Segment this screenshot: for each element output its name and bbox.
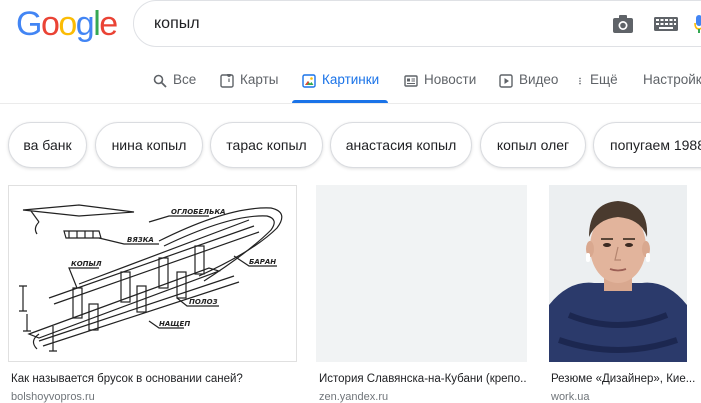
more-icon [579,77,581,85]
tab-label: Видео [519,72,559,87]
related-chip[interactable]: попугаем 1988 [593,122,701,168]
map-icon [220,74,234,88]
logo-letter: e [99,5,118,43]
diagram-label: ОГЛОБЕЛЬКА [171,208,226,216]
video-icon [499,74,513,88]
google-logo[interactable]: Google [16,5,118,43]
logo-letter: g [75,5,95,43]
tab-more[interactable]: Ещё [576,72,618,102]
image-icon [302,74,316,88]
search-input[interactable]: копыл [154,15,200,33]
result-source[interactable]: work.ua [551,391,701,403]
result-title[interactable]: Резюме «Дизайнер», Кие... [551,373,701,385]
tab-all[interactable]: Все [153,72,196,102]
tab-news[interactable]: Новости [404,72,476,102]
news-icon [404,75,418,87]
search-tabs: Все Карты Картинки Новости Видео Ещё Нас… [0,62,701,104]
keyboard-icon[interactable] [654,17,678,31]
related-chip[interactable]: копыл олег [480,122,586,168]
tab-label: Ещё [590,72,618,87]
diagram-label: НАЩЕП [159,320,190,328]
portrait-photo[interactable] [549,185,687,362]
active-tab-indicator [292,100,388,103]
tab-settings[interactable]: Настройки [643,72,701,102]
logo-letter: o [58,5,77,43]
related-chip[interactable]: анастасия копыл [330,122,472,168]
tab-maps[interactable]: Карты [220,72,278,102]
logo-letter: o [40,5,60,43]
tab-label: Карты [240,72,279,87]
camera-icon[interactable] [612,14,634,34]
related-chip[interactable]: нина копыл [95,122,203,168]
google-images-page: Google копыл Все Карты Картинки Новости … [0,0,701,403]
tab-label: Новости [424,72,477,87]
result-title[interactable]: Как называется брусок в основании саней? [11,373,297,385]
tab-images[interactable]: Картинки [302,72,379,102]
sled-diagram-image[interactable]: ОГЛОБЕЛЬКА ВЯЗКА КОПЫЛ БАРАН ПОЛОЗ НАЩЕП [8,185,297,362]
diagram-label: БАРАН [249,258,276,266]
related-chip[interactable]: тарас копыл [210,122,323,168]
microphone-icon[interactable] [694,15,701,33]
tab-video[interactable]: Видео [499,72,558,102]
sled-diagram-illustration: ОГЛОБЕЛЬКА ВЯЗКА КОПЫЛ БАРАН ПОЛОЗ НАЩЕП [19,204,283,352]
result-source[interactable]: zen.yandex.ru [319,391,527,403]
tab-label: Картинки [322,72,380,87]
result-source[interactable]: bolshoyvopros.ru [11,391,297,403]
logo-letter: G [16,5,42,43]
diagram-label: КОПЫЛ [71,260,102,268]
diagram-label: ПОЛОЗ [189,298,218,306]
result-title[interactable]: История Славянска-на-Кубани (крепо... [319,373,527,385]
tab-label: Все [173,72,197,87]
search-icon [153,74,167,88]
result-image-placeholder[interactable] [316,185,527,362]
diagram-label: ВЯЗКА [127,236,154,244]
tab-label: Настройки [643,72,701,87]
portrait-illustration [549,185,687,362]
search-box[interactable]: копыл [133,0,701,47]
related-chip[interactable]: ва банк [8,122,87,168]
